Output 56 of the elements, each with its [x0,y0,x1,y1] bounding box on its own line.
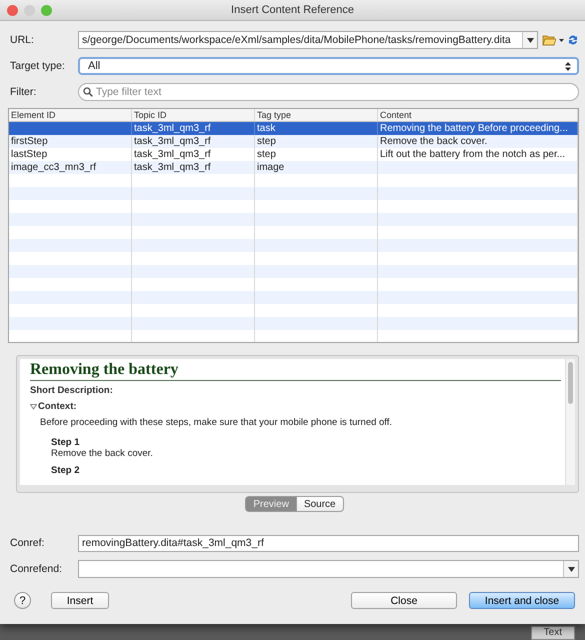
tag-type-cell: task [257,123,276,134]
tag-type-cell: image [257,162,284,173]
field-label: URL: [10,34,35,46]
column-header[interactable]: Content [378,109,578,121]
preview-heading: Removing the battery [30,361,561,381]
scrollbar-thumb[interactable] [568,362,573,404]
column-header[interactable]: Tag type [255,109,378,121]
dropdown-arrow-icon[interactable] [559,38,564,42]
table-row[interactable]: task_3ml_qm3_rf task Removing the battery Before proceeding... [9,122,578,135]
content-cell: Remove the back cover. [380,136,488,147]
help-button[interactable]: ? [14,592,31,609]
push-button[interactable]: Close [351,592,457,609]
section-label: Short Description: [30,385,114,396]
topic-id-cell: task_3ml_qm3_rf [134,149,211,160]
tag-type-cell: step [257,149,276,160]
step-title: Step 1 [51,437,81,448]
topic-id-cell: task_3ml_qm3_rf [134,136,211,147]
filter-search-field[interactable]: Type filter text [78,83,579,101]
url-combo-field[interactable]: s/george/Documents/workspace/eXml/samples/dita/MobilePhone/tasks/removingBattery.dita [78,31,538,49]
conref-field[interactable]: removingBattery.dita#task_3ml_qm3_rf [78,534,579,552]
view-tab[interactable]: Source [296,496,344,512]
content-cell: Removing the battery Before proceeding... [380,123,568,134]
table-row[interactable]: firstStep task_3ml_qm3_rf step Remove the back cover. [9,135,578,148]
tag-type-cell: step [257,136,276,147]
content-cell: Lift out the battery from the notch as per... [380,149,566,160]
zoom-window-button[interactable] [41,4,52,16]
conrefend-combo-field[interactable] [78,560,579,578]
stepper-arrows-icon [565,62,571,70]
element-id-cell: image_cc3_mn3_rf [11,162,96,173]
folder-icon[interactable] [542,34,556,46]
element-id-cell: lastStep [11,149,48,160]
section-label: Context: [38,401,77,412]
target-type-select[interactable]: All [78,57,579,75]
topic-id-cell: task_3ml_qm3_rf [134,123,211,134]
topic-id-cell: task_3ml_qm3_rf [134,162,211,173]
window-title: Insert Content Reference [231,4,354,16]
field-label: Conrefend: [10,563,63,575]
default-button[interactable]: Insert and close [469,592,575,609]
step-text: Remove the back cover. [51,448,153,459]
field-label: Conref: [10,537,46,549]
background-tab[interactable]: Text [530,626,575,640]
element-id-cell: firstStep [11,136,48,147]
dropdown-arrow-icon[interactable] [568,566,574,572]
paragraph: Before proceeding with these steps, make sure that your mobile phone is turned off. [39,417,394,428]
column-header[interactable]: Topic ID [132,109,255,121]
refresh-icon[interactable] [567,34,579,46]
table-row[interactable]: image_cc3_mn3_rf task_3ml_qm3_rf image [9,161,578,174]
field-label: Filter: [10,86,38,98]
close-window-button[interactable] [7,4,18,16]
push-button[interactable]: Insert [51,592,109,609]
step-title: Step 2 [51,465,81,476]
collapse-triangle-icon[interactable] [30,403,37,410]
field-label: Target type: [10,60,66,72]
column-header[interactable]: Element ID [9,109,132,121]
dropdown-arrow-icon[interactable] [526,38,534,42]
search-icon [83,87,93,97]
